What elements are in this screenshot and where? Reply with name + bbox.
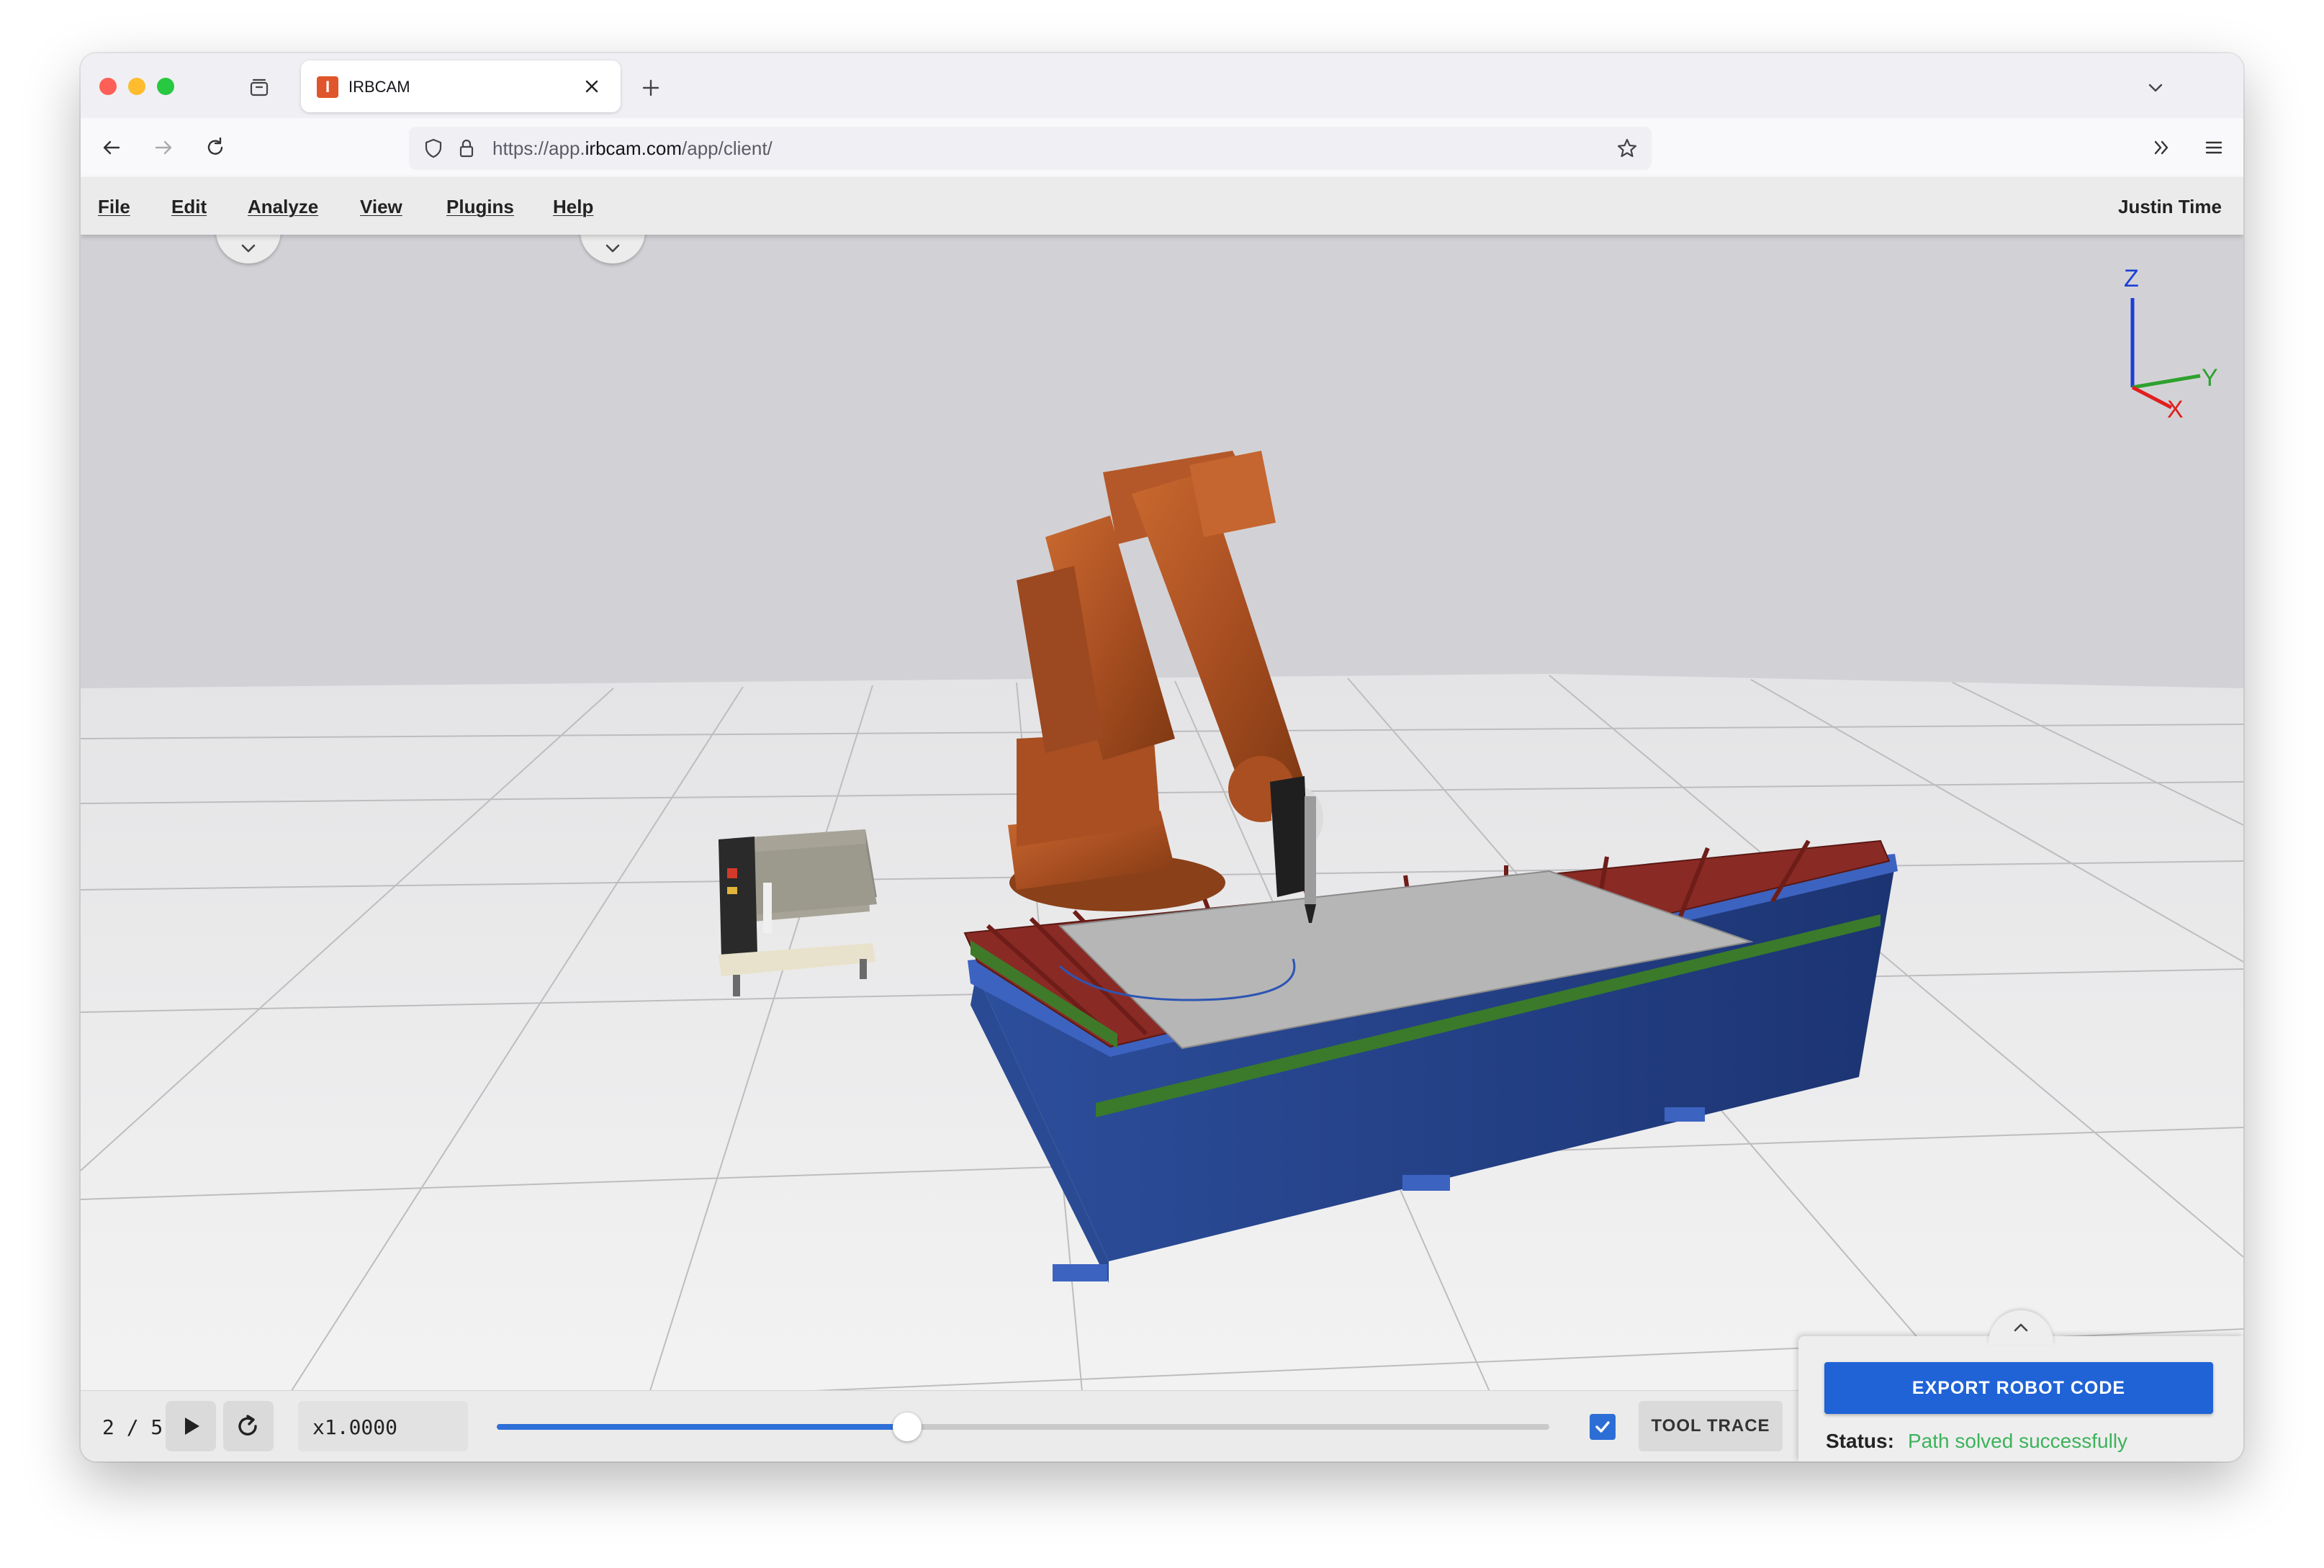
axis-y-label: Y	[2202, 364, 2218, 392]
close-window-button[interactable]	[99, 78, 117, 95]
shield-icon[interactable]	[420, 135, 446, 161]
tool-trace-button[interactable]: TOOL TRACE	[1639, 1401, 1783, 1451]
checkmark-icon	[1595, 1421, 1610, 1433]
tab-strip: I IRBCAM	[81, 53, 2243, 118]
status-label: Status:	[1826, 1430, 1894, 1452]
restart-icon	[238, 1415, 257, 1436]
timeline-slider[interactable]	[497, 1412, 1549, 1441]
tool-trace-checkbox[interactable]	[1590, 1414, 1616, 1440]
status-value: Path solved successfully	[1908, 1430, 2128, 1452]
reset-button[interactable]	[223, 1401, 274, 1451]
browser-window: I IRBCAM https://app.irbcam.com/app/clie…	[81, 53, 2243, 1461]
menu-view[interactable]: View	[360, 196, 402, 218]
axis-z-label: Z	[2124, 265, 2139, 292]
url-text: https://app.irbcam.com/app/client/	[492, 138, 773, 159]
irbcam-logo-icon: I	[317, 76, 338, 98]
menu-file[interactable]: File	[98, 196, 130, 218]
menu-plugins[interactable]: Plugins	[446, 196, 514, 218]
close-tab-icon[interactable]	[577, 72, 606, 101]
speed-input[interactable]: x1.0000	[298, 1401, 468, 1451]
chevron-down-icon	[605, 244, 620, 253]
new-tab-icon[interactable]	[635, 72, 667, 104]
chevron-down-icon	[241, 244, 256, 253]
tab-overview-icon[interactable]	[245, 73, 274, 102]
bookmark-star-icon[interactable]	[1614, 135, 1640, 161]
export-robot-code-button[interactable]: EXPORT ROBOT CODE	[1824, 1362, 2213, 1414]
export-panel: EXPORT ROBOT CODE Status: Path solved su…	[1798, 1310, 2243, 1461]
minimize-window-button[interactable]	[128, 78, 145, 95]
menu-edit[interactable]: Edit	[171, 196, 207, 218]
reload-icon[interactable]	[199, 131, 232, 164]
menu-help[interactable]: Help	[553, 196, 593, 218]
back-arrow-icon[interactable]	[95, 131, 128, 164]
play-button[interactable]	[166, 1401, 216, 1451]
tab-title: IRBCAM	[348, 78, 410, 96]
robot-cell-scene[interactable]	[81, 235, 2243, 1461]
axis-gizmo: Z Y X	[2124, 265, 2218, 418]
lock-icon[interactable]	[454, 135, 479, 161]
frame-counter: 2 / 5	[102, 1415, 163, 1439]
forward-arrow-icon[interactable]	[147, 131, 180, 164]
hamburger-menu-icon[interactable]	[2197, 131, 2230, 164]
timeline-progress	[497, 1424, 908, 1430]
extensions-overflow-icon[interactable]	[2145, 131, 2179, 164]
play-icon	[185, 1418, 199, 1435]
chevron-down-icon[interactable]	[2140, 72, 2171, 104]
chevron-up-icon	[2014, 1323, 2028, 1332]
axis-x-label: X	[2167, 396, 2184, 418]
zoom-window-button[interactable]	[157, 78, 174, 95]
navigation-bar: https://app.irbcam.com/app/client/	[81, 118, 2243, 178]
url-bar[interactable]: https://app.irbcam.com/app/client/	[409, 127, 1652, 170]
playback-bar: 2 / 5 x1.0000 TOOL TRACE	[81, 1390, 1798, 1461]
app-menu-bar: File Edit Analyze View Plugins Help Just…	[81, 177, 2243, 235]
browser-tab[interactable]: I IRBCAM	[301, 60, 621, 112]
3d-viewport[interactable]: Z Y X 2 / 5 x1.0000 TOOL TRACE EXPORT RO…	[81, 235, 2243, 1461]
timeline-thumb[interactable]	[893, 1412, 922, 1441]
menu-analyze[interactable]: Analyze	[248, 196, 318, 218]
user-name[interactable]: Justin Time	[2118, 196, 2222, 218]
